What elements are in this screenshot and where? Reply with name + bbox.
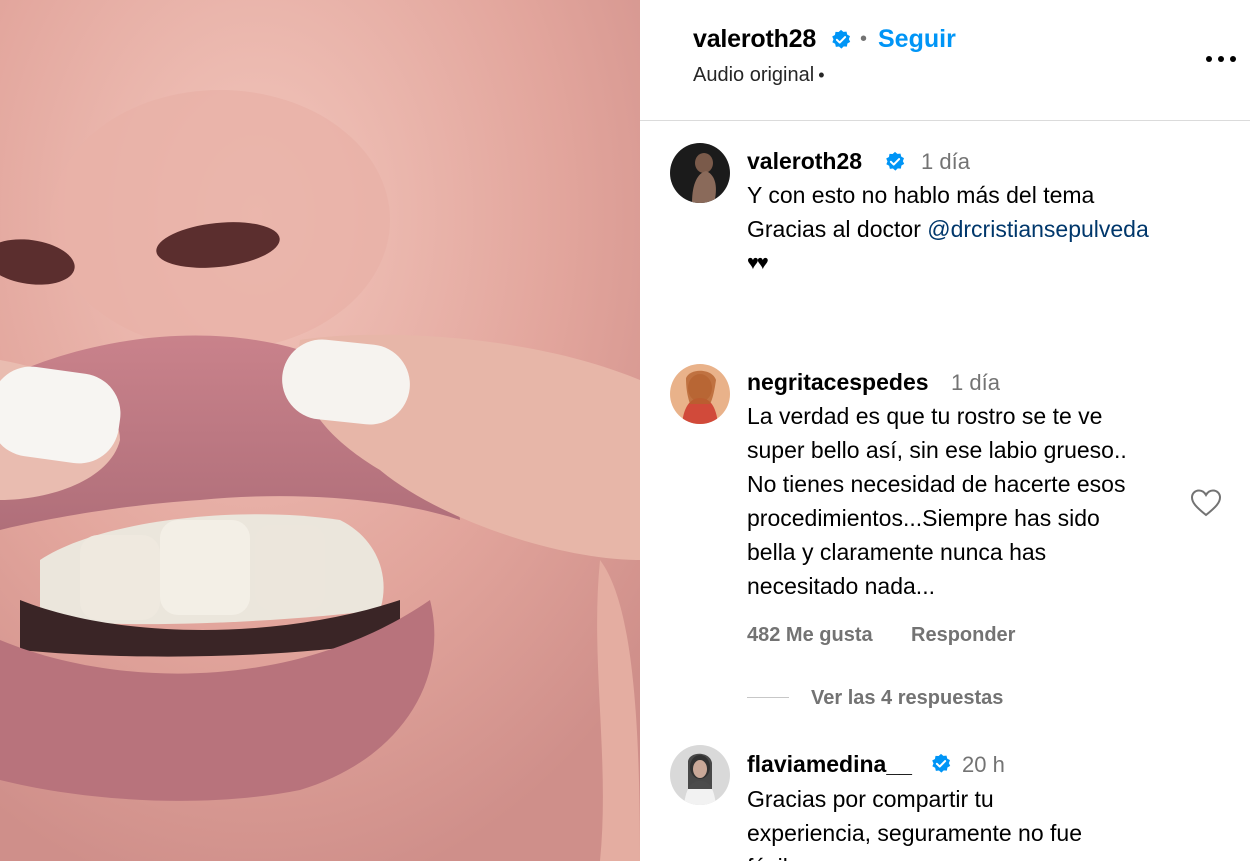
mention-link[interactable]: @drcristiansepulveda [927, 216, 1149, 242]
comment-line: bella y claramente nunca has [747, 539, 1047, 565]
comment-username[interactable]: negritacespedes [747, 369, 929, 396]
avatar[interactable] [670, 364, 730, 424]
likes-count[interactable]: 482 Me gusta [747, 624, 873, 647]
caption-line: Y con esto no hablo más del tema [747, 182, 1095, 208]
comment-time[interactable]: 1 día [951, 370, 1000, 396]
media-illustration [0, 0, 640, 861]
comment-time[interactable]: 20 h [962, 752, 1005, 778]
view-replies-button[interactable]: Ver las 4 respuestas [811, 687, 1003, 710]
more-options-icon[interactable] [1206, 52, 1240, 66]
header-separator: • [860, 28, 868, 50]
comment-text: La verdad es que tu rostro se te ve supe… [747, 399, 1217, 603]
post-details-panel: valeroth28 • Seguir Audio original • vale… [640, 0, 1250, 861]
audio-label[interactable]: Audio original [693, 64, 814, 86]
header-username[interactable]: valeroth28 [693, 25, 816, 54]
caption-text: Y con esto no hablo más del tema Gracias… [747, 178, 1217, 246]
verified-badge-icon [832, 29, 851, 49]
post-media[interactable] [0, 0, 640, 861]
verified-badge-icon [932, 753, 951, 773]
heart-icon[interactable] [1190, 488, 1222, 518]
caption-username[interactable]: valeroth28 [747, 148, 862, 175]
post-header: valeroth28 • Seguir Audio original • [640, 0, 1250, 121]
caption-line-prefix: Gracias al doctor [747, 216, 928, 242]
comment-line: Gracias por compartir tu [747, 786, 994, 812]
caption-emoji: ♥♥ [747, 252, 769, 274]
comment-text: Gracias por compartir tu experiencia, se… [747, 782, 1217, 861]
audio-link[interactable]: Audio original • [693, 64, 825, 87]
caption-line: Gracias al doctor @drcristiansepulveda [747, 212, 1217, 246]
comment-username[interactable]: flaviamedina__ [747, 751, 912, 778]
comment-line: fácil [747, 850, 1217, 861]
comment-line: No tienes necesidad de hacerte esos [747, 471, 1126, 497]
caption-time[interactable]: 1 día [921, 149, 970, 175]
avatar[interactable] [670, 143, 730, 203]
comment-line: La verdad es que tu rostro se te ve [747, 403, 1103, 429]
verified-badge-icon [886, 151, 905, 171]
audio-dot: • [818, 65, 825, 85]
follow-button[interactable]: Seguir [878, 25, 956, 54]
comment-line: super bello así, sin ese labio grueso.. [747, 437, 1127, 463]
comment-line: procedimientos...Siempre has sido [747, 505, 1100, 531]
comment-line: necesitado nada... [747, 573, 935, 599]
comment-line: experiencia, seguramente no fue [747, 820, 1082, 846]
replies-divider [747, 697, 789, 698]
avatar[interactable] [670, 745, 730, 805]
reply-button[interactable]: Responder [911, 624, 1015, 647]
